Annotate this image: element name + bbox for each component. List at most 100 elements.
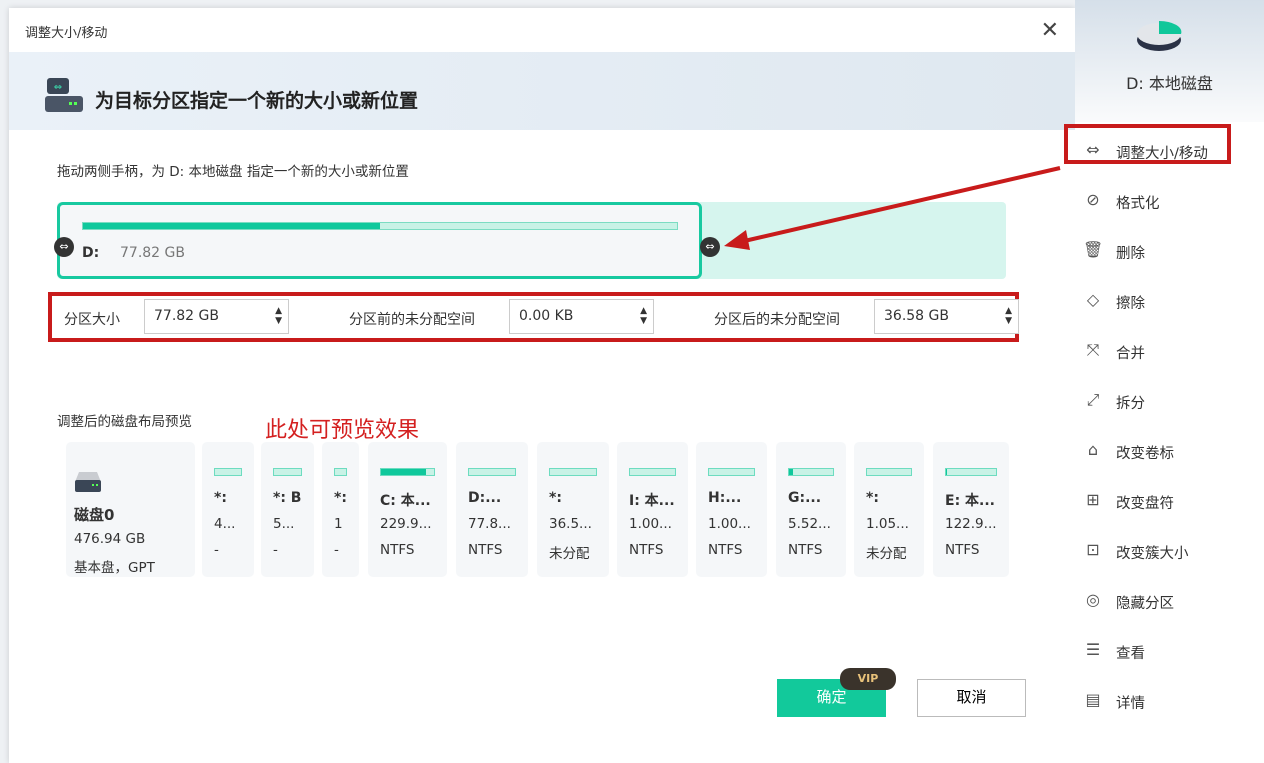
- partition-mini-bar: [866, 468, 912, 476]
- partition-card-name: E: 本...: [945, 493, 995, 509]
- spinner-icon[interactable]: ▲ ▼: [1005, 306, 1012, 326]
- partition-card[interactable]: *: 36.5... 未分配: [537, 442, 609, 577]
- spinner-icon[interactable]: ▲ ▼: [275, 306, 282, 326]
- partition-mini-bar: [273, 468, 302, 476]
- partition-card-size: 1.00...: [708, 516, 751, 532]
- sidebar-item[interactable]: ⤢ 拆分: [1075, 381, 1264, 421]
- disk-resize-icon: ⇔: [45, 78, 83, 112]
- before-value: 0.00 KB: [519, 308, 574, 324]
- partition-card-size: 5...: [273, 516, 295, 532]
- mini-bar-fill: [381, 469, 427, 475]
- split-icon: ⤢: [1086, 390, 1100, 409]
- sidebar-title: D: 本地磁盘: [1126, 74, 1213, 93]
- sidebar-item-label: 改变簇大小: [1116, 546, 1189, 562]
- sidebar-item[interactable]: ⌂ 改变卷标: [1075, 431, 1264, 471]
- partition-card[interactable]: *: B 5... -: [261, 442, 314, 577]
- tag-icon: ⌂: [1087, 440, 1099, 459]
- partition-block[interactable]: D: 77.82 GB: [57, 202, 702, 279]
- partition-card-name: *:: [866, 490, 879, 506]
- partition-card[interactable]: D:... 77.8... NTFS: [456, 442, 528, 577]
- disk-name: 磁盘0: [74, 506, 115, 524]
- sidebar-item[interactable]: ⊡ 改变簇大小: [1075, 531, 1264, 571]
- sidebar-item[interactable]: ☰ 查看: [1075, 631, 1264, 671]
- sidebar-item[interactable]: ⊘ 格式化: [1075, 181, 1264, 221]
- merge-icon: ⤧: [1086, 340, 1100, 359]
- sidebar-item-label: 擦除: [1116, 296, 1145, 312]
- partition-card-fs: 未分配: [549, 546, 590, 562]
- operations-sidebar: D: 本地磁盘 ⇔ 调整大小/移动 ⊘ 格式化 🗑 删除 ◇ 擦除 ⤧ 合并 ⤢ 拆分 ⌂ 改变卷标 ⊞ 改变…: [1075, 0, 1264, 763]
- partition-mini-bar: [945, 468, 997, 476]
- partition-card-name: I: 本...: [629, 493, 675, 509]
- sidebar-item-label: 改变卷标: [1116, 446, 1174, 462]
- partition-card-size: 77.8...: [468, 516, 511, 532]
- dialog-header: ⇔ 为目标分区指定一个新的大小或新位置: [9, 52, 1075, 130]
- size-label: 分区大小: [64, 312, 120, 328]
- sidebar-item-label: 隐藏分区: [1116, 596, 1174, 612]
- sidebar-item[interactable]: 🗑 删除: [1075, 231, 1264, 271]
- annotation-box-resize: [1064, 124, 1231, 164]
- partition-mini-bar: [708, 468, 755, 476]
- partition-card[interactable]: *: 1.05... 未分配: [854, 442, 924, 577]
- partition-mini-bar: [380, 468, 435, 476]
- sidebar-item[interactable]: ◇ 擦除: [1075, 281, 1264, 321]
- sidebar-item-label: 拆分: [1116, 396, 1145, 412]
- partition-card-fs: NTFS: [468, 542, 503, 558]
- vip-badge: VIP: [840, 668, 896, 690]
- partition-card-fs: NTFS: [708, 542, 743, 558]
- disk-card: 磁盘0 476.94 GB 基本盘，GPT: [66, 442, 195, 577]
- partition-card-size: 1: [334, 516, 343, 532]
- partition-card-fs: -: [273, 542, 278, 558]
- sidebar-item[interactable]: ▤ 详情: [1075, 681, 1264, 721]
- partition-mini-bar: [629, 468, 676, 476]
- preview-label: 调整后的磁盘布局预览: [57, 414, 192, 430]
- partition-card-name: C: 本...: [380, 493, 431, 509]
- partition-card-name: H:...: [708, 490, 742, 506]
- hard-disk-icon: [75, 472, 101, 492]
- right-resize-handle[interactable]: ⇔: [700, 237, 720, 257]
- partition-card[interactable]: I: 本... 1.00... NTFS: [617, 442, 688, 577]
- sidebar-item-label: 合并: [1116, 346, 1145, 362]
- partition-card-size: 229.9...: [380, 516, 432, 532]
- mini-bar-fill: [946, 469, 947, 475]
- partition-name: D:: [82, 245, 100, 261]
- preview-annotation: 此处可预览效果: [265, 418, 420, 443]
- partition-card-fs: -: [334, 542, 339, 558]
- partition-card[interactable]: E: 本... 122.9... NTFS: [933, 442, 1009, 577]
- hide-icon: ◎: [1086, 590, 1100, 609]
- sidebar-item[interactable]: ◎ 隐藏分区: [1075, 581, 1264, 621]
- unallocated-before-input[interactable]: 0.00 KB ▲ ▼: [509, 299, 654, 334]
- partition-card[interactable]: *: 1 -: [322, 442, 359, 577]
- partition-mini-bar: [334, 468, 347, 476]
- disk-size: 476.94 GB: [74, 531, 146, 547]
- partition-card-fs: NTFS: [945, 542, 980, 558]
- partition-mini-bar: [468, 468, 516, 476]
- sidebar-item-label: 删除: [1116, 246, 1145, 262]
- after-value: 36.58 GB: [884, 308, 949, 324]
- instruction-text: 拖动两侧手柄，为 D: 本地磁盘 指定一个新的大小或新位置: [57, 164, 409, 180]
- sidebar-item[interactable]: ⊞ 改变盘符: [1075, 481, 1264, 521]
- partition-card-fs: NTFS: [788, 542, 823, 558]
- partition-card-name: *: B: [273, 490, 302, 506]
- partition-size-input[interactable]: 77.82 GB ▲ ▼: [144, 299, 289, 334]
- partition-card[interactable]: C: 本... 229.9... NTFS: [368, 442, 447, 577]
- spinner-icon[interactable]: ▲ ▼: [640, 306, 647, 326]
- unallocated-after-input[interactable]: 36.58 GB ▲ ▼: [874, 299, 1019, 334]
- partition-card[interactable]: *: 4... -: [202, 442, 254, 577]
- header-title: 为目标分区指定一个新的大小或新位置: [95, 90, 419, 112]
- before-label: 分区前的未分配空间: [349, 312, 475, 328]
- dialog-title: 调整大小/移动: [25, 26, 108, 41]
- partition-card-name: *:: [334, 490, 347, 506]
- close-icon[interactable]: ✕: [1041, 18, 1059, 43]
- resize-move-dialog: 调整大小/移动 ✕ ⇔ 为目标分区指定一个新的大小或新位置: [9, 8, 1075, 763]
- left-resize-handle[interactable]: ⇔: [54, 237, 74, 257]
- partition-card-size: 1.05...: [866, 516, 909, 532]
- cancel-button[interactable]: 取消: [917, 679, 1026, 717]
- partition-card[interactable]: G:... 5.52... NTFS: [776, 442, 846, 577]
- partition-card-fs: NTFS: [380, 542, 415, 558]
- after-label: 分区后的未分配空间: [714, 312, 840, 328]
- partition-card-fs: -: [214, 542, 219, 558]
- partition-usage-bar: [82, 222, 678, 230]
- partition-card-size: 5.52...: [788, 516, 831, 532]
- partition-card[interactable]: H:... 1.00... NTFS: [696, 442, 767, 577]
- sidebar-item[interactable]: ⤧ 合并: [1075, 331, 1264, 371]
